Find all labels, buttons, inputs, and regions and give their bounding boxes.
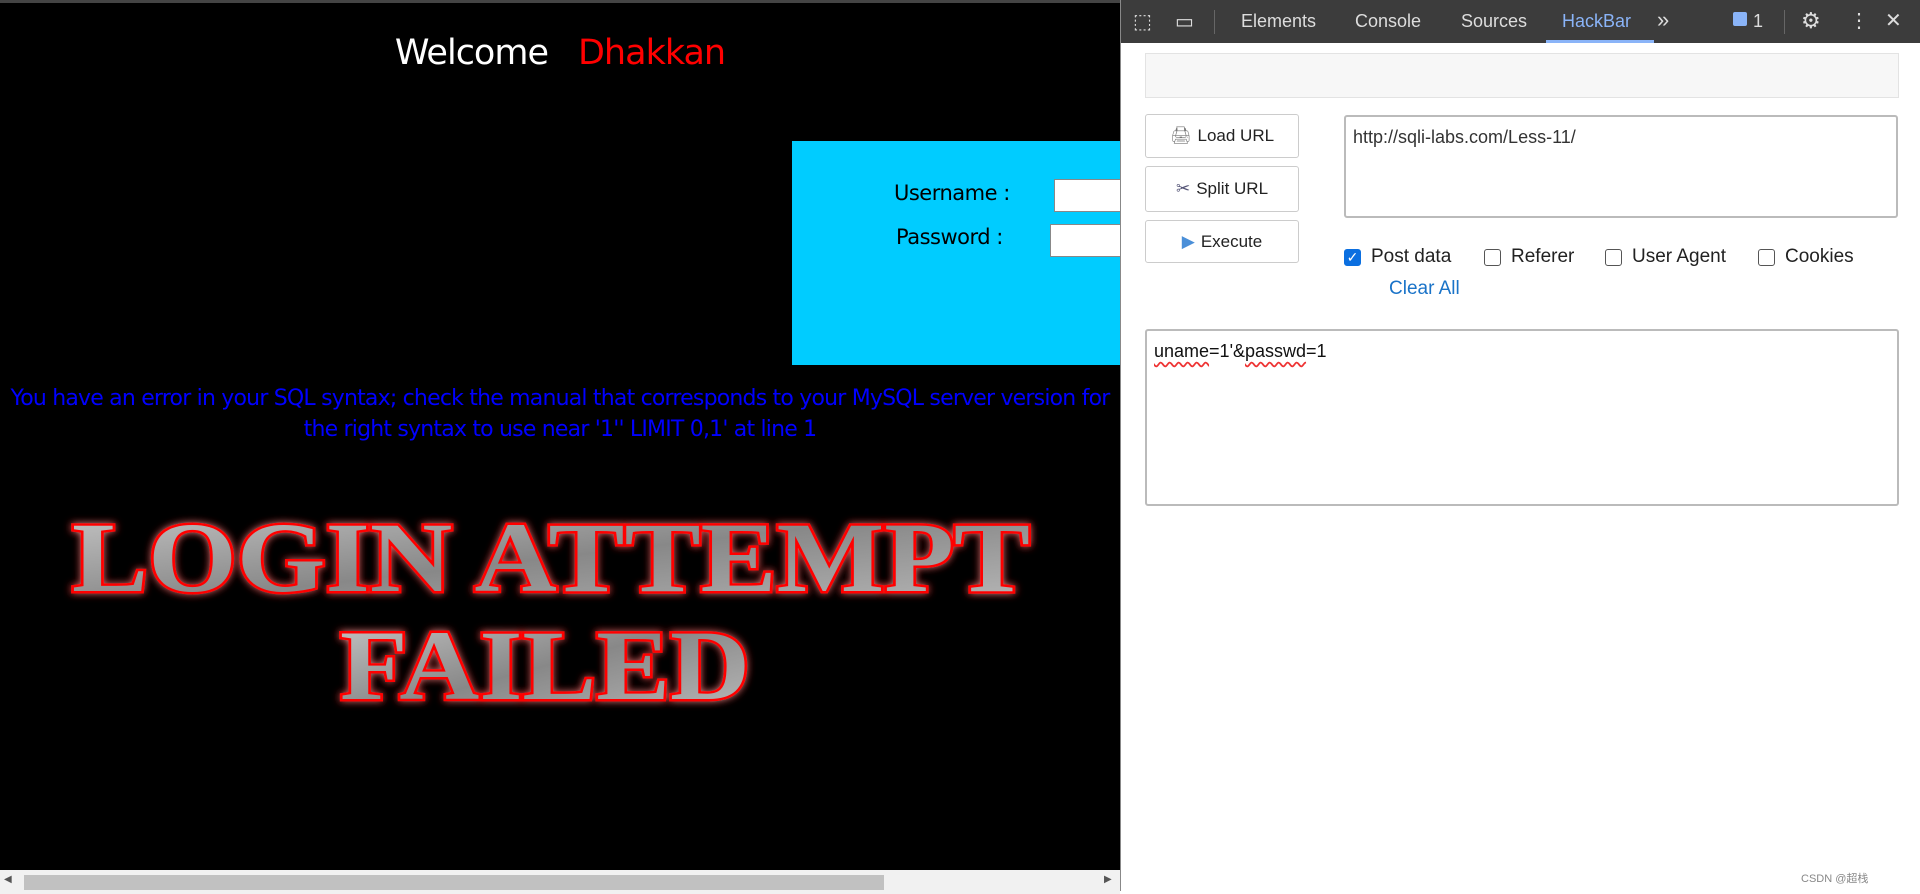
login-failed-banner: LOGIN ATTEMPT FAILED — [70, 503, 1033, 723]
divider — [1214, 10, 1215, 34]
cookies-checkbox[interactable]: Cookies — [1758, 246, 1854, 268]
devtools-tabbar: ⬚ ▭ Elements Console Sources HackBar » 1… — [1121, 0, 1920, 43]
post-data-textarea[interactable]: uname=1'&passwd=1 — [1145, 329, 1899, 506]
web-page: Welcome Dhakkan Username : Password : You… — [0, 0, 1120, 894]
horizontal-scrollbar[interactable]: ◀ ▶ — [0, 870, 1120, 894]
watermark: CSDN @超栈 — [1801, 873, 1869, 885]
split-url-button[interactable]: ✂ Split URL — [1145, 166, 1299, 212]
issues-count[interactable]: 1 — [1753, 11, 1763, 32]
tab-sources[interactable]: Sources — [1461, 11, 1527, 32]
hackbar-toolbar — [1145, 53, 1899, 98]
divider — [1784, 10, 1785, 34]
checkbox[interactable] — [1484, 248, 1501, 266]
clear-all-link[interactable]: Clear All — [1389, 278, 1460, 300]
welcome-heading: Welcome Dhakkan — [394, 33, 726, 73]
password-label: Password : — [896, 225, 1003, 249]
execute-button[interactable]: ▶ Execute — [1145, 220, 1299, 263]
tab-elements[interactable]: Elements — [1241, 11, 1316, 32]
banner-line-1: LOGIN ATTEMPT — [72, 503, 1030, 613]
checkbox[interactable] — [1605, 248, 1622, 266]
post-data-checkbox[interactable]: ✓ Post data — [1344, 246, 1451, 268]
scroll-left-icon[interactable]: ◀ — [4, 874, 12, 885]
settings-gear-icon[interactable]: ⚙ — [1801, 8, 1821, 34]
user-name: Dhakkan — [577, 33, 726, 73]
tab-hackbar[interactable]: HackBar — [1562, 11, 1631, 32]
checkbox[interactable] — [1758, 248, 1775, 266]
device-toolbar-icon[interactable]: ▭ — [1175, 9, 1194, 34]
sql-error-message: You have an error in your SQL syntax; ch… — [10, 386, 1110, 442]
devtools-panel: ⬚ ▭ Elements Console Sources HackBar » 1… — [1120, 0, 1920, 891]
scissors-icon: ✂ — [1175, 179, 1191, 198]
username-label: Username : — [894, 181, 1010, 205]
username-input[interactable] — [1054, 179, 1120, 212]
load-url-icon: 🖨 — [1169, 126, 1192, 145]
referer-checkbox[interactable]: Referer — [1484, 246, 1574, 268]
active-tab-indicator — [1546, 40, 1654, 43]
login-form: Username : Password : — [792, 141, 1120, 365]
scroll-right-icon[interactable]: ▶ — [1104, 874, 1112, 885]
tab-console[interactable]: Console — [1355, 11, 1421, 32]
load-url-button[interactable]: 🖨 Load URL — [1145, 114, 1299, 158]
url-textarea[interactable]: http://sqli-labs.com/Less-11/ — [1344, 115, 1898, 218]
password-input[interactable] — [1050, 224, 1120, 257]
scrollbar-thumb[interactable] — [24, 875, 884, 890]
more-tabs-icon[interactable]: » — [1657, 7, 1669, 33]
inspect-element-icon[interactable]: ⬚ — [1133, 9, 1152, 34]
checkbox-checked[interactable]: ✓ — [1344, 248, 1361, 266]
issues-icon[interactable] — [1733, 12, 1747, 26]
close-icon[interactable]: ✕ — [1885, 8, 1902, 33]
more-options-icon[interactable]: ⋮ — [1849, 8, 1869, 33]
banner-line-2: FAILED — [340, 610, 750, 721]
user-agent-checkbox[interactable]: User Agent — [1605, 246, 1726, 268]
play-icon: ▶ — [1181, 231, 1195, 251]
